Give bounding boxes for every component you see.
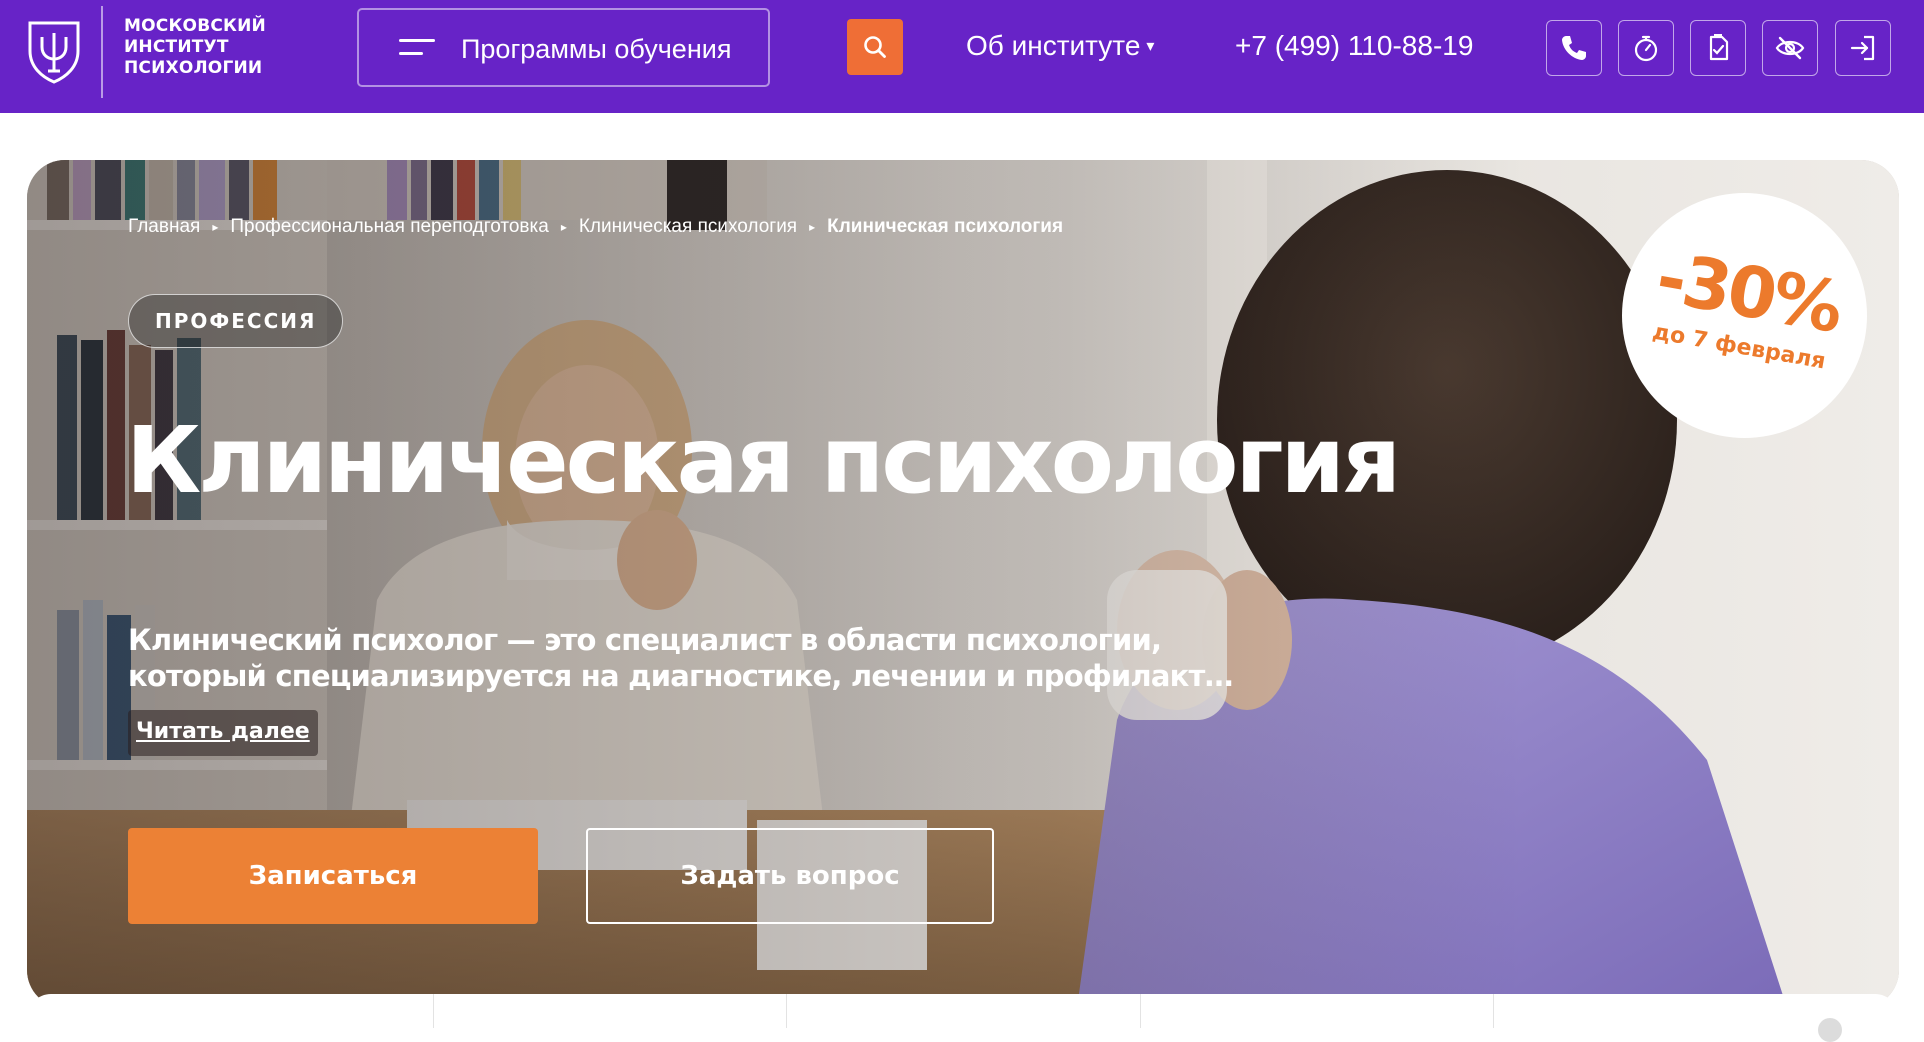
login-icon (1850, 35, 1875, 61)
page-title: Клиническая психология (126, 407, 1401, 514)
timer-icon (1634, 35, 1658, 62)
card-divider (786, 994, 787, 1028)
breadcrumb-separator: ▸ (212, 220, 219, 234)
phone-icon (1562, 36, 1586, 60)
info-icon[interactable] (1818, 1018, 1842, 1042)
documents-button[interactable] (1690, 20, 1746, 76)
chevron-down-icon: ▾ (1146, 38, 1155, 55)
psi-shield-icon (28, 21, 80, 84)
login-button[interactable] (1835, 20, 1891, 76)
programs-menu-button[interactable]: Программы обучения (357, 8, 770, 87)
hero-description: Клинический психолог — это специалист в … (128, 623, 1233, 693)
card-divider (1140, 994, 1141, 1028)
enroll-button[interactable]: Записаться (128, 828, 538, 924)
breadcrumb: Главная ▸ Профессиональная переподготовк… (128, 216, 1063, 238)
info-cards-strip (27, 994, 1899, 1034)
programs-menu-label: Программы обучения (461, 34, 732, 64)
accessibility-button[interactable] (1762, 20, 1818, 76)
call-button[interactable] (1546, 20, 1602, 76)
breadcrumb-clinical-psychology[interactable]: Клиническая психология (579, 216, 797, 238)
card-divider (433, 994, 434, 1028)
ask-question-button[interactable]: Задать вопрос (586, 828, 994, 924)
hero-banner: Главная ▸ Профессиональная переподготовк… (27, 160, 1899, 1008)
phone-number-link[interactable]: +7 (499) 110-88-19 (1235, 30, 1473, 62)
timer-button[interactable] (1618, 20, 1674, 76)
breadcrumb-home[interactable]: Главная (128, 216, 200, 238)
breadcrumb-separator: ▸ (809, 220, 816, 234)
institute-logo[interactable]: МОСКОВСКИЙ ИНСТИТУТ ПСИХОЛОГИИ (26, 6, 266, 98)
breadcrumb-separator: ▸ (560, 220, 567, 234)
site-header: МОСКОВСКИЙ ИНСТИТУТ ПСИХОЛОГИИ Программы… (0, 0, 1924, 113)
breadcrumb-retraining[interactable]: Профессиональная переподготовка (230, 216, 548, 238)
discount-badge: -30% до 7 февраля (1622, 193, 1867, 438)
profession-tag: ПРОФЕССИЯ (128, 294, 344, 348)
search-icon (864, 36, 886, 58)
logo-divider (101, 6, 103, 98)
document-icon (1709, 34, 1729, 61)
logo-text: МОСКОВСКИЙ ИНСТИТУТ ПСИХОЛОГИИ (124, 16, 266, 78)
about-institute-label: Об институте (966, 30, 1141, 61)
read-more-link[interactable]: Читать далее (128, 710, 318, 756)
card-divider (1493, 994, 1494, 1028)
breadcrumb-current: Клиническая психология (827, 216, 1064, 237)
menu-icon (399, 37, 435, 59)
eye-off-icon (1775, 36, 1805, 60)
search-button[interactable] (847, 19, 903, 75)
about-institute-menu[interactable]: Об институте ▾ (966, 30, 1154, 62)
